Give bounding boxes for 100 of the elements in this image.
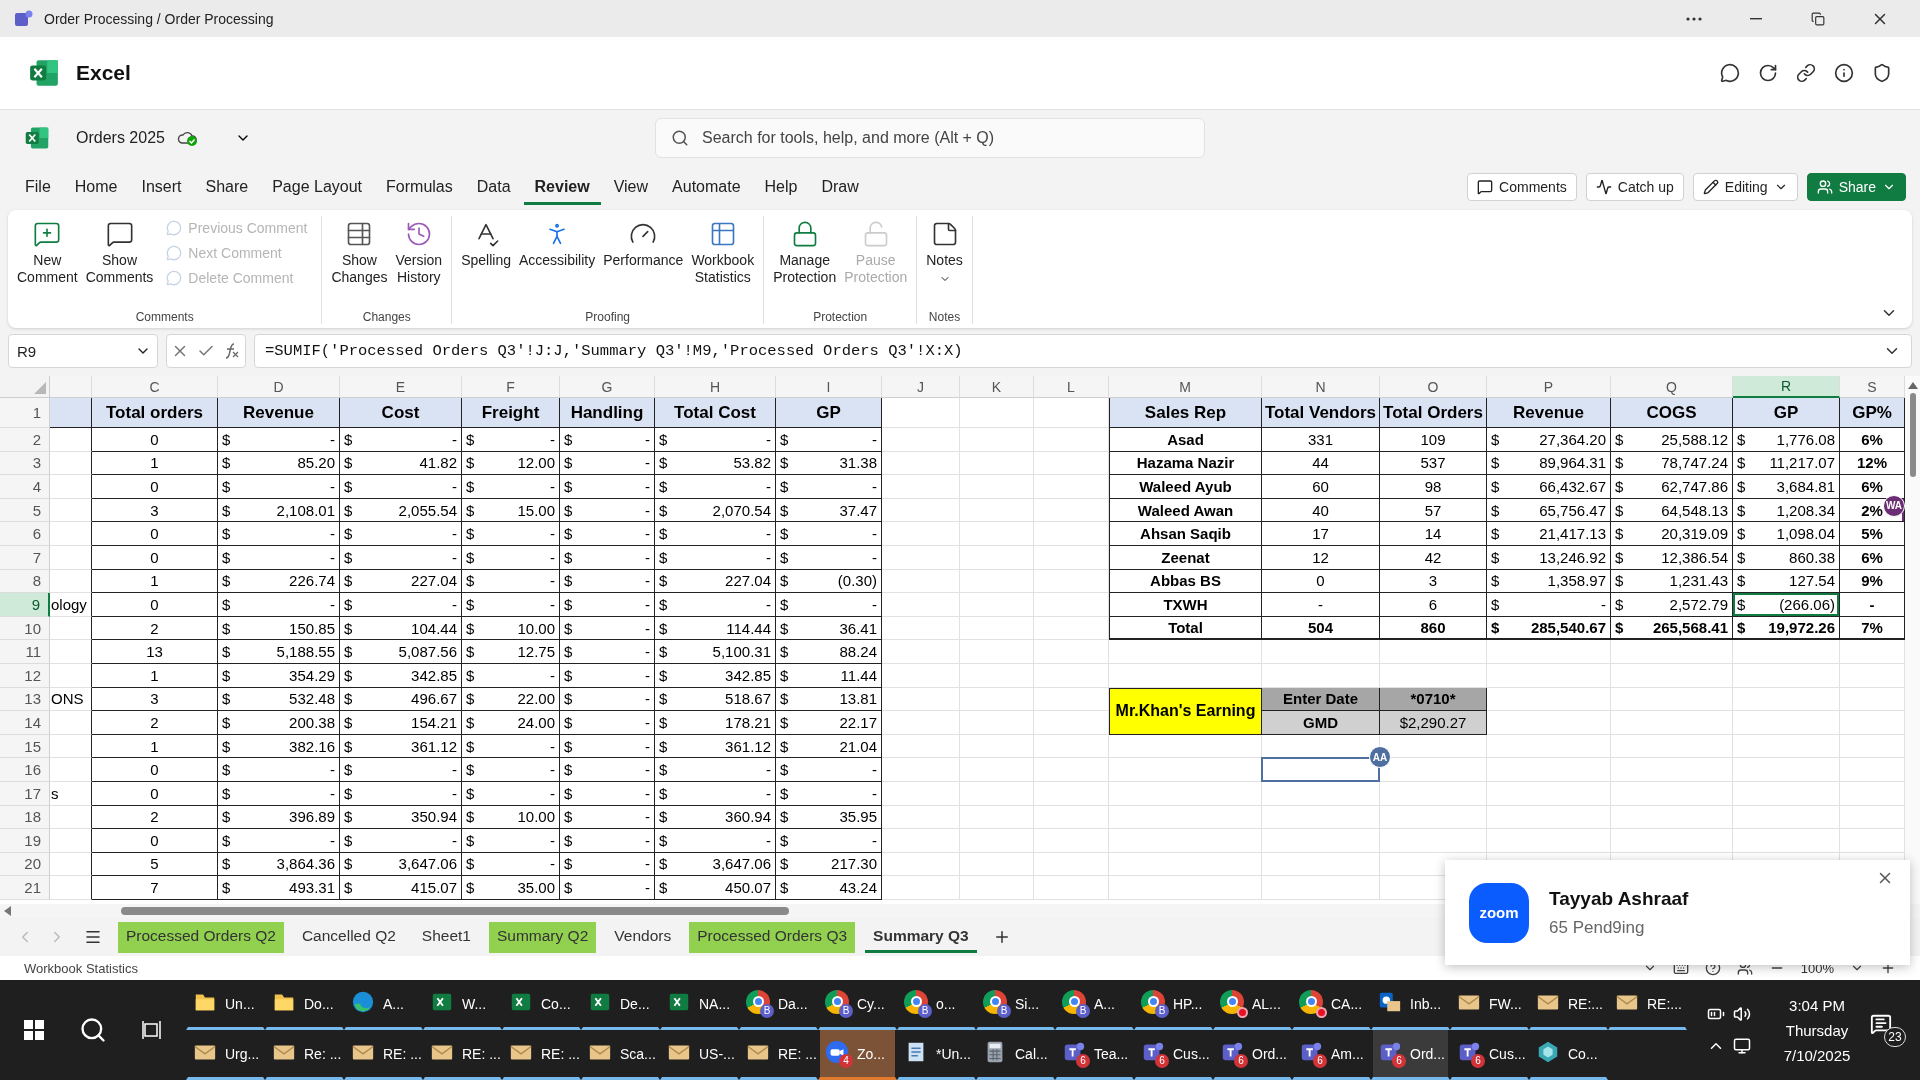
toolbar-button[interactable]: Share	[1806, 173, 1906, 201]
currency-sign: $	[780, 501, 789, 519]
toolbar-button[interactable]: Comments	[1467, 173, 1577, 201]
ribbon-button[interactable]: Manage Protection	[770, 216, 840, 290]
row-header[interactable]: 19	[0, 829, 50, 853]
chat-icon[interactable]	[1720, 63, 1740, 83]
more-icon	[1686, 16, 1702, 21]
column-header[interactable]: D	[218, 376, 340, 398]
clock-day[interactable]: Thursday	[1785, 1021, 1849, 1039]
menu-tab[interactable]: Data	[465, 169, 522, 205]
menu-tab[interactable]: File	[14, 169, 62, 205]
ribbon-button[interactable]: Notes	[923, 216, 966, 289]
row-header[interactable]: 1	[0, 398, 50, 428]
column-header[interactable]: G	[560, 376, 655, 398]
row-header[interactable]: 21	[0, 876, 50, 900]
sheet-tab[interactable]: Vendors	[606, 921, 680, 953]
info-icon[interactable]	[1834, 63, 1854, 83]
column-header[interactable]: C	[92, 376, 218, 398]
row-header[interactable]: 2	[0, 428, 50, 452]
column-header[interactable]: M	[1109, 376, 1262, 398]
column-header[interactable]: L	[1034, 376, 1109, 398]
ribbon-button[interactable]: New Comment	[14, 216, 81, 290]
row-header[interactable]: 6	[0, 522, 50, 546]
volume-icon[interactable]	[1733, 1005, 1751, 1023]
menu-tab[interactable]: Draw	[810, 169, 870, 205]
taskbar-item[interactable]: 4 Zo...	[818, 1030, 897, 1080]
ribbon-button[interactable]: Version History	[392, 216, 446, 290]
refresh-icon[interactable]	[1758, 63, 1778, 83]
row-header[interactable]: 4	[0, 475, 50, 499]
column-header[interactable]: K	[960, 376, 1034, 398]
column-header[interactable]: R	[1733, 376, 1840, 398]
clock-time[interactable]: 3:04 PM	[1789, 996, 1845, 1014]
row-header[interactable]: 10	[0, 616, 50, 641]
column-header[interactable]: E	[340, 376, 462, 398]
menu-tab[interactable]: Home	[63, 169, 129, 205]
sheet-tab[interactable]: Summary Q2	[488, 921, 597, 953]
sheet-tab[interactable]: Processed Orders Q3	[689, 921, 856, 953]
currency-sign: $	[466, 808, 475, 826]
ribbon-button[interactable]: Accessibility	[515, 216, 599, 273]
column-header[interactable]: I	[776, 376, 882, 398]
column-header[interactable]: Q	[1611, 376, 1733, 398]
ribbon-button[interactable]: Show Comments	[82, 216, 157, 290]
link-icon[interactable]	[1796, 63, 1816, 83]
sheet-tab[interactable]: Sheet1	[413, 921, 479, 953]
ribbon-button[interactable]: Show Changes	[328, 216, 391, 290]
row-header[interactable]: 3	[0, 451, 50, 476]
column-header[interactable]: P	[1487, 376, 1611, 398]
column-header[interactable]: N	[1262, 376, 1380, 398]
currency-sign: $	[222, 619, 231, 637]
column-header[interactable]: J	[882, 376, 960, 398]
row-header[interactable]: 8	[0, 569, 50, 594]
row-header[interactable]: 15	[0, 734, 50, 759]
table-cell: 0	[92, 475, 218, 499]
network-icon[interactable]	[1733, 1037, 1751, 1055]
row-header[interactable]: 7	[0, 545, 50, 570]
taskbar-item[interactable]: 6 Ord...	[1371, 1030, 1450, 1080]
column-header[interactable]: H	[655, 376, 776, 398]
menu-tab[interactable]: Help	[753, 169, 809, 205]
menu-tab[interactable]: Formulas	[375, 169, 464, 205]
row-header[interactable]: 5	[0, 498, 50, 523]
row-header[interactable]: 11	[0, 640, 50, 664]
row-header[interactable]: 17	[0, 781, 50, 806]
cell-value: (0.30)	[837, 572, 877, 590]
menu-tab[interactable]: Review	[523, 169, 601, 205]
sheet-tab[interactable]: Processed Orders Q2	[118, 921, 284, 953]
cell-value: -	[645, 855, 650, 873]
formula-field[interactable]: =SUMIF('Processed Orders Q3'!J:J,'Summary Q3'!M9,'Processed Orders Q3'!X:X)	[254, 334, 1912, 368]
row-header[interactable]: 9	[0, 593, 50, 617]
menu-tab[interactable]: Insert	[130, 169, 193, 205]
notification-center-button[interactable]: 23	[1870, 1013, 1906, 1047]
sheet-tab[interactable]: Summary Q3	[865, 921, 977, 953]
notification-toast[interactable]: zoom Tayyab Ashraaf 65 Pend9ing	[1445, 860, 1910, 965]
toolbar-button[interactable]: Editing	[1692, 173, 1798, 201]
column-header[interactable]: O	[1380, 376, 1487, 398]
ribbon-button[interactable]: Performance	[600, 216, 687, 273]
toolbar-button[interactable]: Catch up	[1585, 173, 1684, 201]
menu-tab[interactable]: View	[602, 169, 660, 205]
column-header[interactable]: S	[1840, 376, 1905, 398]
document-name[interactable]: Orders 2025	[76, 129, 165, 147]
row-header[interactable]: 20	[0, 852, 50, 877]
currency-sign: $	[564, 572, 573, 590]
ribbon-button[interactable]: Workbook Statistics	[688, 216, 758, 290]
row-header[interactable]: 13	[0, 687, 50, 712]
cell-value: -	[766, 761, 771, 779]
function-icon[interactable]	[223, 342, 241, 360]
menu-tab[interactable]: Share	[194, 169, 260, 205]
vertical-scrollbar[interactable]	[1905, 376, 1920, 904]
menu-tab[interactable]: Automate	[661, 169, 752, 205]
ribbon-button[interactable]: Spelling	[458, 216, 514, 273]
row-header[interactable]: 18	[0, 805, 50, 830]
column-header[interactable]: F	[462, 376, 560, 398]
menu-tab[interactable]: Page Layout	[261, 169, 374, 205]
row-header[interactable]: 12	[0, 663, 50, 688]
clock-date[interactable]: 7/10/2025	[1783, 1046, 1851, 1064]
search-field[interactable]: Search for tools, help, and more (Alt + Q)	[655, 118, 1205, 158]
sheet-tab[interactable]: Cancelled Q2	[293, 921, 404, 953]
row-header[interactable]: 16	[0, 758, 50, 782]
row-header[interactable]: 14	[0, 711, 50, 735]
shield-icon[interactable]	[1872, 63, 1892, 83]
name-box[interactable]: R9	[8, 334, 158, 368]
